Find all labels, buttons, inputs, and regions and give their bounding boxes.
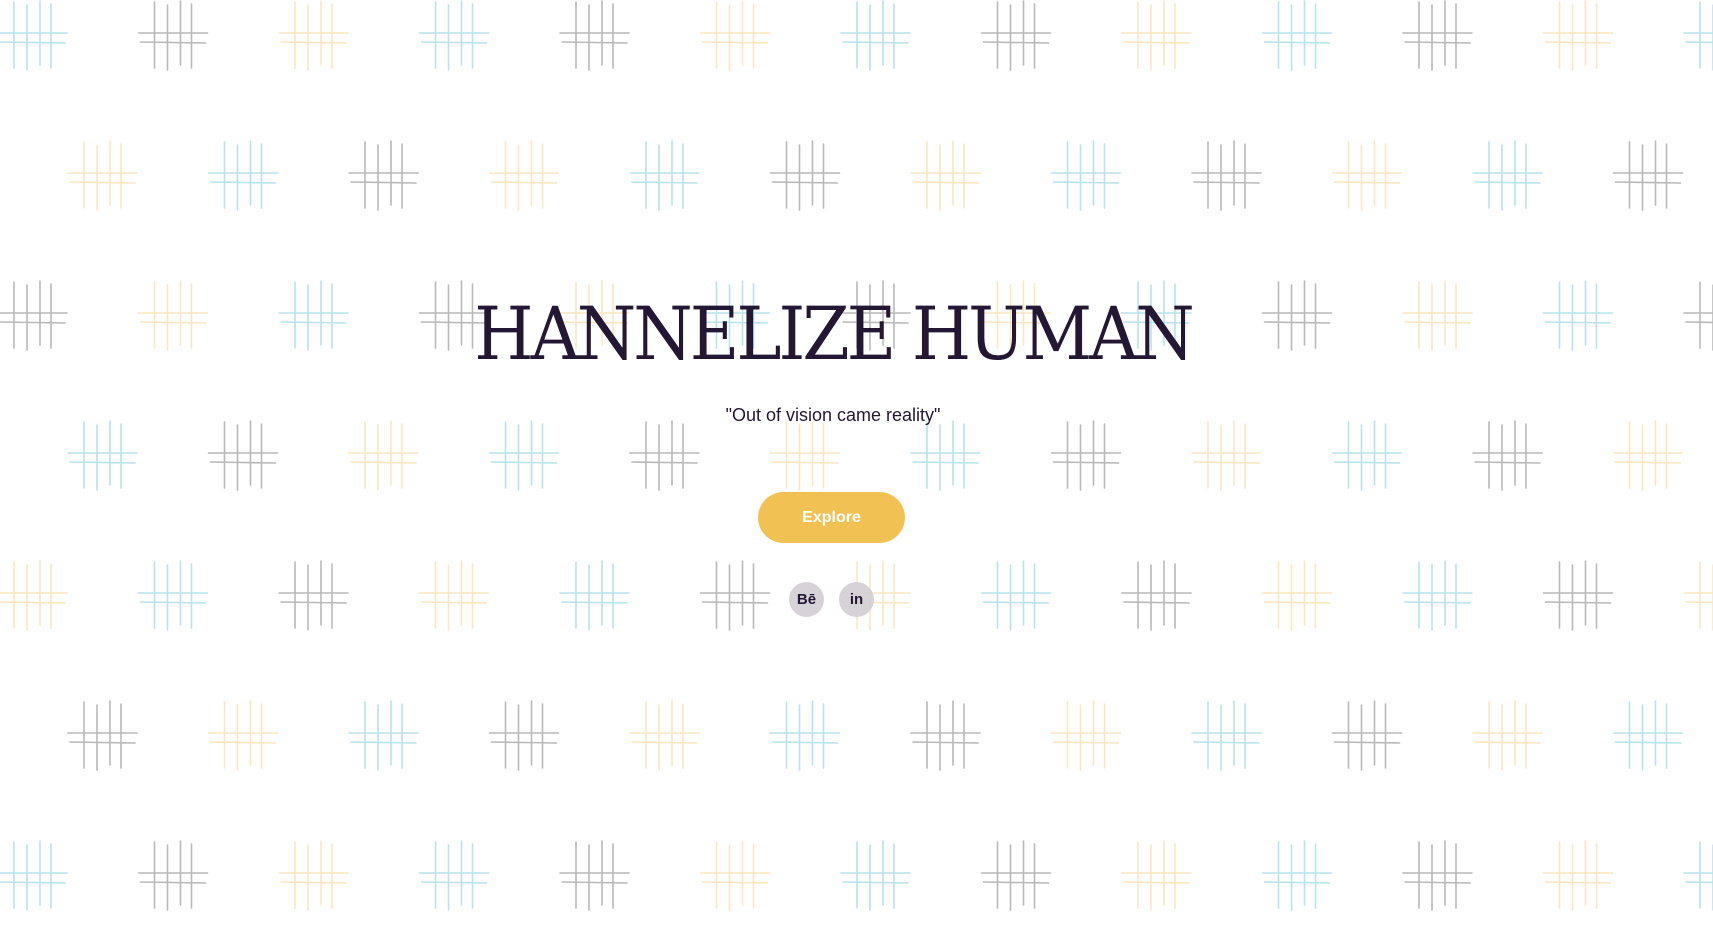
explore-button[interactable]: Explore	[758, 492, 905, 543]
behance-icon[interactable]: Bē	[789, 582, 824, 617]
tagline: "Out of vision came reality"	[725, 405, 941, 425]
hero-section: HANNELIZE HUMAN "Out of vision came real…	[0, 0, 1713, 930]
landing-page: HANNELIZE HUMAN "Out of vision came real…	[0, 0, 1713, 930]
site-title: HANNELIZE HUMAN	[474, 291, 1194, 378]
linkedin-icon[interactable]: in	[839, 582, 874, 617]
